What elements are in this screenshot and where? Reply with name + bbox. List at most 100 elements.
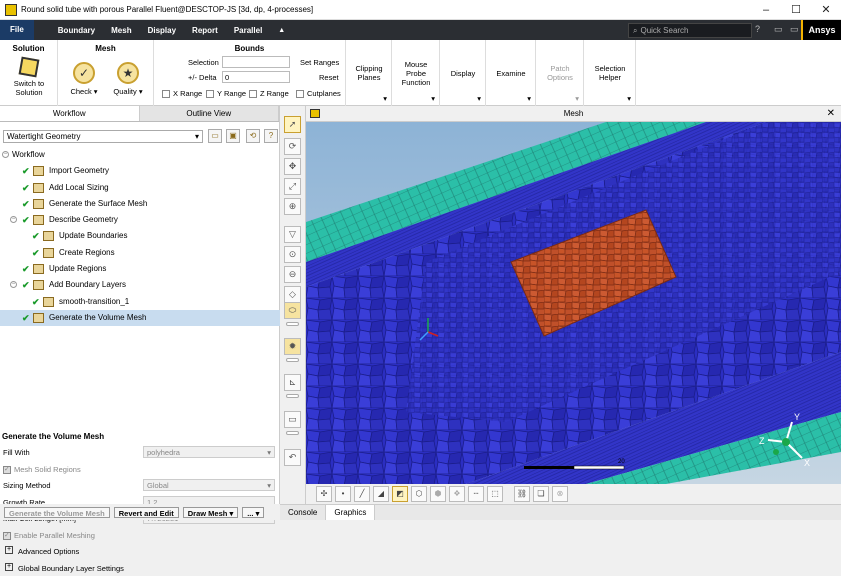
zone-select-icon[interactable]: ⬢ (430, 486, 446, 502)
parallel-checkbox[interactable]: ✓Enable Parallel Meshing (3, 531, 95, 540)
tree-item[interactable]: ✔smooth-transition_1 (0, 294, 280, 310)
workflow-type-select[interactable]: Watertight Geometry▾ (3, 130, 203, 143)
y-range-checkbox[interactable]: Y Range (206, 89, 246, 98)
lights-icon[interactable]: ✹ (284, 338, 301, 355)
ribbon-group-selection-helper[interactable]: Selection Helper ▾ (584, 40, 636, 106)
zoom-in-out-icon[interactable]: ⤢ (284, 178, 301, 195)
tab-console[interactable]: Console (280, 505, 326, 520)
save-workflow-icon[interactable]: ▣ (226, 129, 240, 143)
examine-dropdown-icon[interactable]: ▾ (527, 94, 531, 103)
group-icon[interactable]: ❏ (533, 486, 549, 502)
probe-dropdown-icon[interactable]: ▾ (431, 94, 435, 103)
zoom-out-icon[interactable]: ⊖ (284, 266, 301, 283)
layout-icon[interactable]: ▭ (790, 24, 799, 35)
fill-with-select[interactable]: polyhedra (143, 446, 275, 458)
link-icon[interactable]: ⛓ (514, 486, 530, 502)
menu-mesh[interactable]: Mesh (103, 26, 139, 35)
tab-graphics[interactable]: Graphics (326, 505, 375, 520)
global-bl-row[interactable]: + Global Boundary Layer Settings (0, 560, 280, 576)
menu-boundary[interactable]: Boundary (50, 26, 103, 35)
pointer-icon[interactable]: ➚ (284, 116, 301, 133)
collapse-ribbon-icon[interactable]: ▲ (270, 27, 293, 34)
quality-button[interactable]: ★ Quality ▾ (108, 62, 148, 96)
x-range-checkbox[interactable]: X Range (162, 89, 202, 98)
refresh-workflow-icon[interactable]: ⟲ (246, 129, 260, 143)
help-icon[interactable]: ? (755, 24, 760, 34)
selection-helper-dropdown-icon[interactable]: ▾ (627, 94, 631, 103)
collapse-icon[interactable]: − (2, 151, 9, 158)
parallel-box[interactable]: ✓ (3, 532, 11, 540)
check-button[interactable]: ✓ Check ▾ (64, 62, 104, 96)
ribbon-group-examine[interactable]: Examine ▾ (486, 40, 536, 106)
close-window-button[interactable]: ✕ (811, 3, 841, 16)
selection-field[interactable] (222, 56, 290, 68)
display-dropdown-icon[interactable]: ▾ (477, 94, 481, 103)
tab-outline-view[interactable]: Outline View (140, 106, 280, 121)
draw-mesh-button[interactable]: Draw Mesh ▾ (183, 507, 238, 518)
triangle-face-icon[interactable]: ◢ (373, 486, 389, 502)
help-workflow-icon[interactable]: ? (264, 129, 278, 143)
clipping-dropdown-icon[interactable]: ▾ (383, 94, 387, 103)
tree-item[interactable]: ✔Add Local Sizing (0, 180, 280, 196)
advanced-options-row[interactable]: + Advanced Options (0, 543, 280, 560)
z-range-checkbox[interactable]: Z Range (249, 89, 289, 98)
tree-item[interactable]: −✔Add Boundary Layers (0, 277, 280, 293)
revert-edit-button[interactable]: Revert and Edit (114, 507, 179, 518)
close-icon[interactable]: ✕ (827, 106, 835, 122)
mesh-solid-checkbox[interactable]: ✓Mesh Solid Regions (3, 465, 81, 474)
sizing-method-select[interactable]: Global (143, 479, 275, 491)
zoom-box-icon[interactable]: ⊕ (284, 198, 301, 215)
pan-icon[interactable]: ✥ (284, 158, 301, 175)
more-button[interactable]: ... ▾ (242, 507, 264, 518)
quick-search-input[interactable]: ⌕ Quick Search (628, 23, 752, 38)
cutplanes-checkbox[interactable]: Cutplanes (296, 89, 341, 98)
tree-item[interactable]: ✔Update Boundaries (0, 228, 280, 244)
tree-item[interactable]: ✔Import Geometry (0, 163, 280, 179)
axes-icon[interactable]: ⊾ (284, 374, 301, 391)
menu-display[interactable]: Display (140, 26, 184, 35)
open-workflow-icon[interactable]: ▭ (208, 129, 222, 143)
graphics-window-icon[interactable]: ▭ (284, 411, 301, 428)
point-icon[interactable]: • (335, 486, 351, 502)
mesh-viewport[interactable]: Z Y X 20 (306, 122, 841, 484)
rotate-icon[interactable]: ⟳ (284, 138, 301, 155)
maximize-button[interactable]: ☐ (781, 3, 811, 16)
cutplanes-box[interactable] (296, 90, 304, 98)
edge-icon[interactable]: ╱ (354, 486, 370, 502)
x-range-box[interactable] (162, 90, 170, 98)
workbench-icon[interactable]: ▭ (774, 24, 783, 35)
plus-icon[interactable]: + (5, 563, 13, 571)
ribbon-group-clipping[interactable]: Clipping Planes ▾ (346, 40, 392, 106)
ribbon-group-probe[interactable]: Mouse Probe Function ▾ (392, 40, 440, 106)
face-select-icon[interactable]: ◩ (392, 486, 408, 502)
tree-item[interactable]: ✔Generate the Volume Mesh (0, 310, 280, 326)
ribbon-group-display[interactable]: Display ▾ (440, 40, 486, 106)
mesh-solid-box[interactable]: ✓ (3, 466, 11, 474)
tree-item[interactable]: −✔Describe Geometry (0, 212, 280, 228)
isometric-view-icon[interactable]: ⬭ (284, 302, 301, 319)
menu-parallel[interactable]: Parallel (226, 26, 270, 35)
tree-item[interactable]: ✔Generate the Surface Mesh (0, 196, 280, 212)
collapse-icon[interactable]: − (10, 216, 17, 223)
cell-select-icon[interactable]: ⬡ (411, 486, 427, 502)
switch-to-solution-button[interactable]: Switch to Solution (6, 58, 52, 97)
tree-item[interactable]: −Workflow (0, 147, 280, 163)
plus-icon[interactable]: + (5, 546, 13, 554)
tab-workflow[interactable]: Workflow (0, 106, 140, 121)
menu-file[interactable]: File (0, 20, 34, 40)
collapse-icon[interactable]: − (10, 281, 17, 288)
object-select-icon[interactable]: ❖ (449, 486, 465, 502)
dotted-line-icon[interactable]: ┄ (468, 486, 484, 502)
zoom-to-fit-icon[interactable]: ⊙ (284, 246, 301, 263)
fit-view-icon[interactable]: ▽ (284, 226, 301, 243)
menu-report[interactable]: Report (184, 26, 226, 35)
y-range-box[interactable] (206, 90, 214, 98)
set-ranges-button[interactable]: Set Ranges (300, 58, 339, 67)
delta-field[interactable]: 0 (222, 71, 290, 83)
clear-selection-icon[interactable]: ⊗ (552, 486, 568, 502)
ribbon-group-patch[interactable]: Patch Options ▾ (536, 40, 584, 106)
select-points-icon[interactable]: ✣ (316, 486, 332, 502)
view-orientation-icon[interactable]: ◇ (284, 286, 301, 303)
undo-icon[interactable]: ↶ (284, 449, 301, 466)
tree-item[interactable]: ✔Update Regions (0, 261, 280, 277)
